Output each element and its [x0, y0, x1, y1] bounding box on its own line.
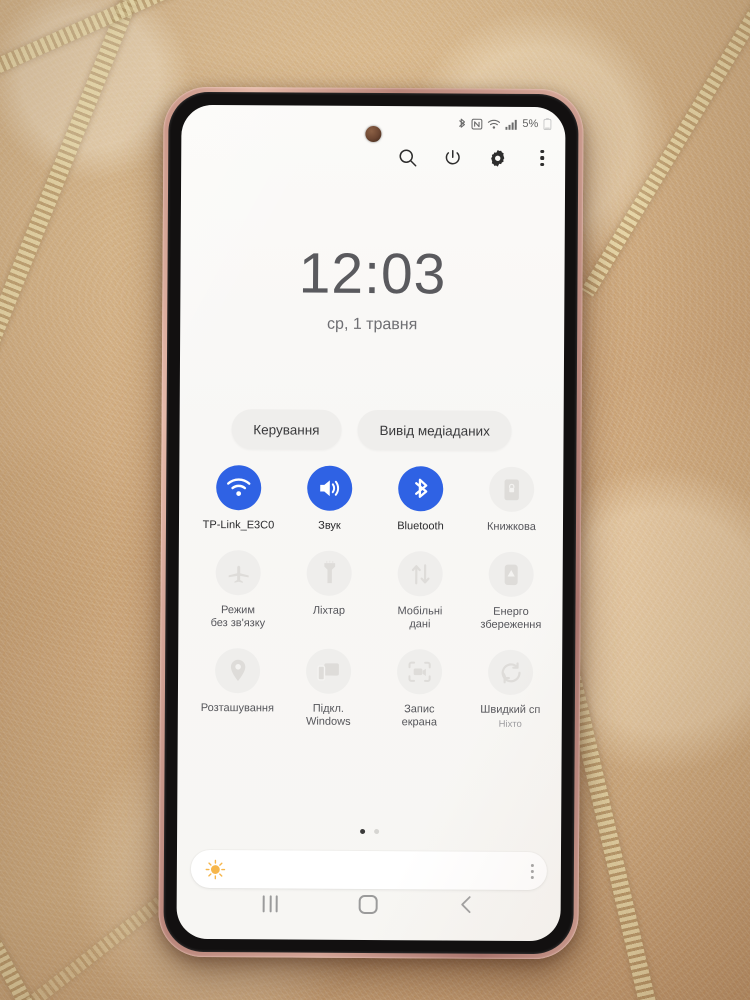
quick-settings-row: Розташування Підкл. Windows Запис екрана… [192, 648, 566, 730]
tile-label: TP-Link_E3C0 [202, 518, 275, 532]
volume-icon [307, 465, 353, 511]
clock-block: 12:03 ср, 1 травня [180, 241, 565, 335]
location-pin-icon [214, 648, 261, 694]
quick-settings-grid: TP-Link_E3C0 Звук Bluetooth Книжкова Реж… [192, 465, 566, 730]
battery-icon [543, 118, 552, 131]
search-icon[interactable] [394, 144, 420, 170]
page-dot-active[interactable] [359, 828, 365, 834]
tile-label: Книжкова [486, 520, 536, 534]
link-to-windows-icon [305, 648, 352, 694]
tile-label: Швидкий сп [480, 703, 541, 717]
brightness-overflow-menu-icon[interactable] [530, 863, 534, 879]
tile-airplane-mode[interactable]: Режим без зв'язку [192, 550, 283, 631]
tile-label: Мобільні дані [397, 605, 443, 631]
smartphone-device: 5% 12:03 ср, 1 травня Керування Вивід ме… [158, 86, 584, 960]
back-button[interactable] [458, 895, 474, 915]
tile-screen-record[interactable]: Запис екрана [374, 649, 465, 730]
tile-mobile-data[interactable]: Мобільні дані [374, 551, 465, 632]
tile-quick-share[interactable]: Швидкий сп Ніхто [465, 649, 556, 731]
flashlight-icon [306, 550, 352, 596]
power-saving-icon [488, 551, 534, 597]
tile-power-saving[interactable]: Енерго збереження [465, 551, 556, 633]
clock-date: ср, 1 травня [327, 315, 418, 334]
quick-panel-pill-row: Керування Вивід медіаданих [179, 409, 563, 451]
wifi-icon [487, 118, 500, 129]
home-button[interactable] [358, 894, 378, 914]
tile-sound[interactable]: Звук [284, 465, 375, 533]
tile-label: Запис екрана [401, 703, 437, 729]
quick-settings-row: TP-Link_E3C0 Звук Bluetooth Книжкова [193, 465, 566, 534]
tile-bluetooth[interactable]: Bluetooth [375, 466, 466, 534]
quick-panel-header-actions [394, 144, 555, 171]
mobile-data-icon [397, 551, 443, 597]
tile-label: Ліхтар [312, 604, 346, 617]
settings-gear-icon[interactable] [484, 145, 510, 171]
tile-label: Підкл. Windows [305, 702, 351, 728]
tile-label: Розташування [200, 701, 274, 715]
tile-wifi[interactable]: TP-Link_E3C0 [193, 465, 284, 533]
cellular-signal-icon [505, 118, 517, 130]
battery-percent-label: 5% [522, 117, 539, 131]
tile-label: Режим без зв'язку [210, 604, 266, 630]
nfc-icon [471, 118, 483, 130]
navigation-bar [177, 881, 561, 927]
quick-settings-row: Режим без зв'язку Ліхтар Мобільні дані Е… [192, 550, 565, 632]
overflow-menu-icon[interactable] [529, 145, 555, 171]
media-output-button[interactable]: Вивід медіаданих [357, 409, 512, 451]
portrait-lock-icon [489, 466, 535, 512]
page-dot[interactable] [373, 829, 379, 835]
tile-label: Bluetooth [397, 520, 444, 533]
bluetooth-icon [457, 118, 466, 130]
tile-sublabel: Ніхто [498, 718, 522, 730]
tile-link-to-windows[interactable]: Підкл. Windows [283, 648, 374, 729]
status-bar: 5% [457, 117, 552, 131]
phone-bezel: 5% 12:03 ср, 1 травня Керування Вивід ме… [163, 91, 579, 955]
wifi-icon [216, 465, 262, 511]
tile-location[interactable]: Розташування [192, 648, 283, 729]
airplane-icon [215, 550, 261, 596]
tile-flashlight[interactable]: Ліхтар [283, 550, 374, 631]
tile-portrait-lock[interactable]: Книжкова [466, 466, 557, 535]
device-control-button[interactable]: Керування [231, 409, 342, 450]
power-icon[interactable] [439, 144, 465, 170]
page-indicator [177, 828, 561, 835]
recents-button[interactable] [262, 894, 279, 912]
clock-time: 12:03 [298, 241, 447, 307]
screen-record-icon [396, 649, 443, 695]
quick-share-icon [487, 649, 534, 695]
phone-screen: 5% 12:03 ср, 1 травня Керування Вивід ме… [176, 104, 566, 942]
tile-label: Звук [318, 519, 341, 532]
tile-label: Енерго збереження [480, 605, 542, 632]
bluetooth-icon [398, 466, 444, 512]
front-camera-punch-hole [365, 125, 382, 143]
brightness-sun-icon[interactable] [204, 858, 226, 880]
